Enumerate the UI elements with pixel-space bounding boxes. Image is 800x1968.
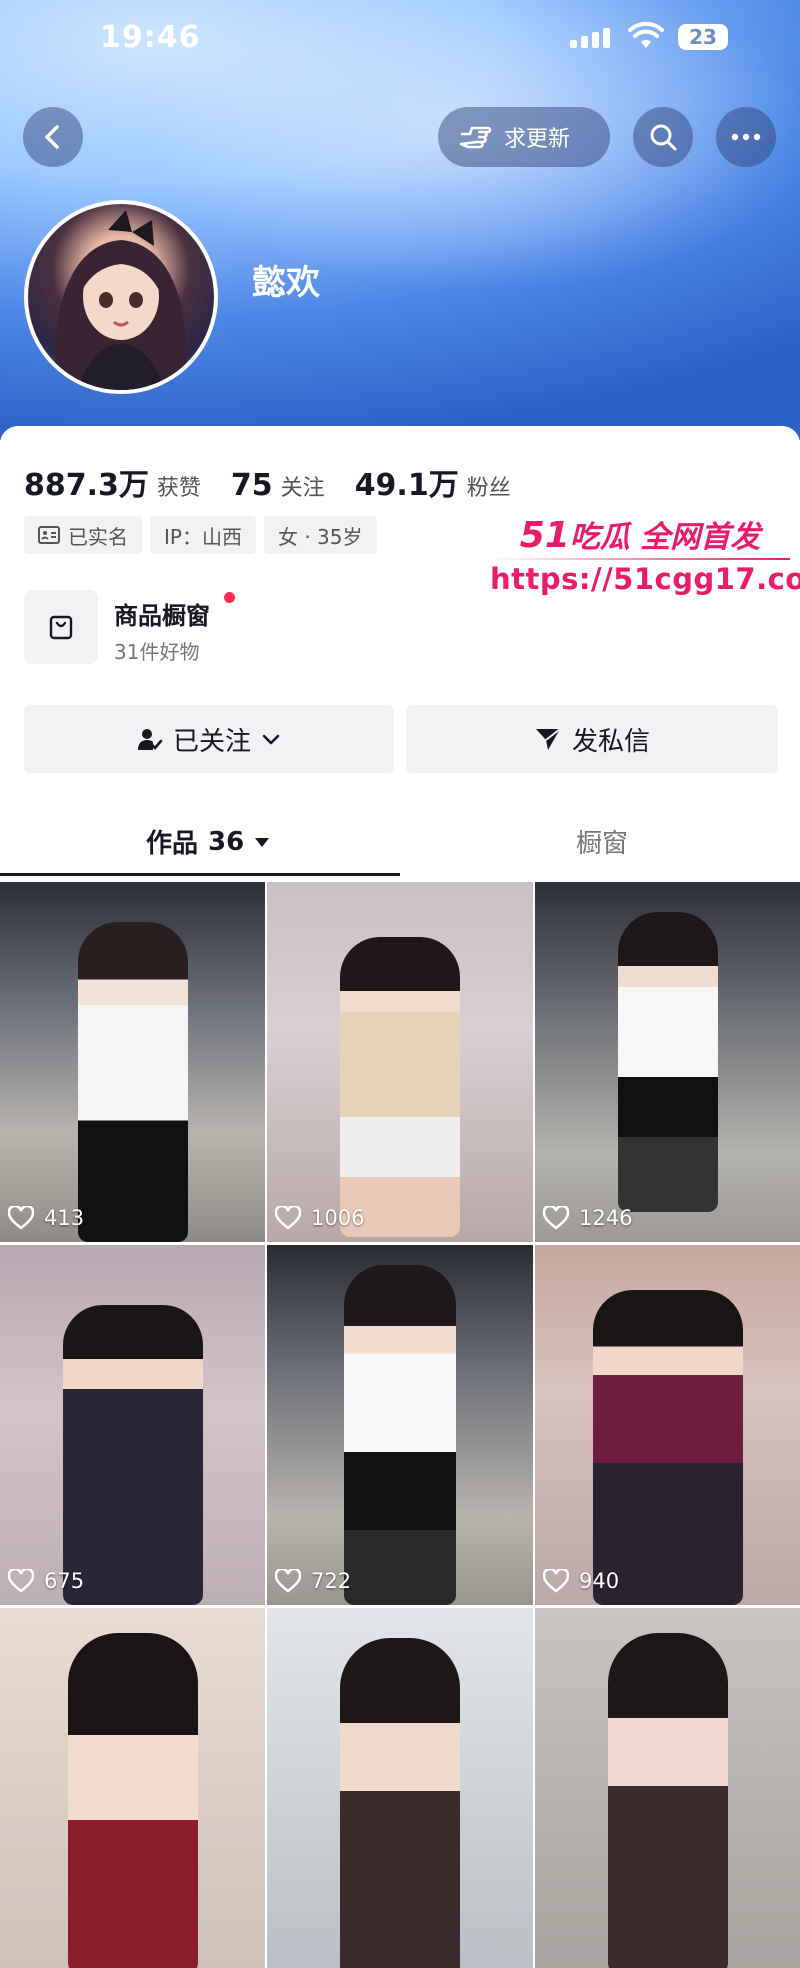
heart-icon (275, 1206, 301, 1230)
watermark-brand-text: 吃瓜 全网首发 (569, 520, 761, 555)
status-bar: 19:46 23 (0, 0, 800, 80)
following-label[interactable]: 关注 (281, 470, 325, 502)
heart-icon (543, 1569, 569, 1593)
search-button[interactable] (633, 107, 693, 167)
video-thumbnail[interactable]: 1006 (267, 882, 533, 1242)
avatar[interactable] (24, 200, 218, 394)
heart-icon (543, 1206, 569, 1230)
video-likes: 413 (8, 1206, 84, 1230)
battery-indicator: 23 (678, 24, 728, 50)
request-update-button[interactable]: 求更新 (438, 107, 610, 167)
heart-icon (8, 1569, 34, 1593)
profile-username: 懿欢 (252, 263, 320, 303)
video-thumbnail[interactable]: 722 (267, 1245, 533, 1605)
watermark-brand: 51吃瓜 全网首发 (490, 512, 790, 556)
video-thumbnail[interactable]: 1246 (535, 882, 800, 1242)
send-icon (535, 728, 561, 750)
tab-works[interactable]: 作品 36 (146, 823, 270, 860)
tab-works-count: 36 (208, 826, 245, 857)
wifi-icon (628, 22, 664, 48)
heart-icon (275, 1569, 301, 1593)
more-dots-icon (731, 133, 761, 141)
chevron-left-icon (45, 125, 59, 149)
shop-window-button[interactable] (24, 590, 98, 664)
video-thumbnail[interactable] (267, 1608, 533, 1968)
followed-button-label: 已关注 (172, 726, 251, 757)
profile-tags: 已实名 IP：山西 女 · 35岁 (24, 516, 377, 554)
video-thumbnail[interactable] (535, 1608, 800, 1968)
id-card-icon (38, 526, 60, 544)
followed-button[interactable]: 已关注 (24, 705, 394, 773)
tab-works-label: 作品 (146, 829, 199, 859)
video-thumbnail[interactable]: 940 (535, 1245, 800, 1605)
active-tab-indicator (0, 873, 400, 876)
video-likes-count: 1006 (311, 1206, 365, 1230)
user-check-icon (137, 729, 163, 750)
video-likes-count: 675 (44, 1569, 85, 1593)
video-likes-count: 413 (44, 1206, 85, 1230)
video-likes: 1246 (543, 1206, 632, 1230)
gender-age-tag: 女 · 35岁 (263, 516, 377, 554)
avatar-illustration (55, 210, 187, 390)
following-count[interactable]: 75 (231, 468, 273, 503)
video-likes-count: 722 (311, 1569, 352, 1593)
tab-shop-window[interactable]: 橱窗 (576, 823, 628, 860)
likes-label: 获赞 (156, 476, 201, 501)
video-likes: 940 (543, 1569, 619, 1593)
video-thumbnail[interactable]: 413 (0, 882, 265, 1242)
shop-window-subtitle: 31件好物 (114, 640, 200, 664)
video-likes: 722 (275, 1569, 351, 1593)
verified-tag-label: 已实名 (68, 524, 128, 549)
caret-down-icon (255, 837, 270, 847)
more-button[interactable] (716, 107, 776, 167)
verified-tag: 已实名 (24, 516, 142, 554)
video-grid: 413 1006 1246 675 722 940 (0, 882, 800, 1968)
send-message-button[interactable]: 发私信 (406, 705, 778, 773)
watermark-divider (490, 558, 790, 560)
shop-window-title[interactable]: 商品橱窗 (114, 596, 210, 631)
search-icon (650, 124, 677, 151)
watermark: 51吃瓜 全网首发 https://51cgg17.com (490, 512, 800, 596)
request-update-label: 求更新 (504, 127, 571, 152)
heart-icon (8, 1206, 34, 1230)
ip-tag: IP：山西 (150, 516, 256, 554)
video-thumbnail[interactable]: 675 (0, 1245, 265, 1605)
shopping-bag-icon (49, 615, 73, 640)
ip-tag-label: IP：山西 (164, 524, 242, 549)
followers-count[interactable]: 49.1万 (355, 460, 459, 504)
profile-stats: 887.3万 获赞 75 关注 49.1万 粉丝 (24, 460, 541, 504)
video-likes: 1006 (275, 1206, 364, 1230)
video-likes-count: 940 (579, 1569, 620, 1593)
send-message-label: 发私信 (571, 726, 650, 757)
signal-icon (570, 28, 610, 48)
watermark-brand-number: 51 (519, 515, 570, 556)
video-likes-count: 1246 (579, 1206, 633, 1230)
followers-label[interactable]: 粉丝 (467, 470, 511, 502)
likes-count: 887.3万 (24, 468, 149, 503)
video-likes: 675 (8, 1569, 84, 1593)
chevron-down-icon (262, 734, 280, 745)
notification-dot (224, 592, 235, 603)
pointing-hand-icon (459, 126, 492, 149)
status-time: 19:46 (100, 20, 201, 55)
gender-age-label: 女 · 35岁 (277, 524, 363, 549)
video-thumbnail[interactable] (0, 1608, 265, 1968)
back-button[interactable] (23, 107, 83, 167)
watermark-url: https://51cgg17.com (490, 562, 800, 596)
